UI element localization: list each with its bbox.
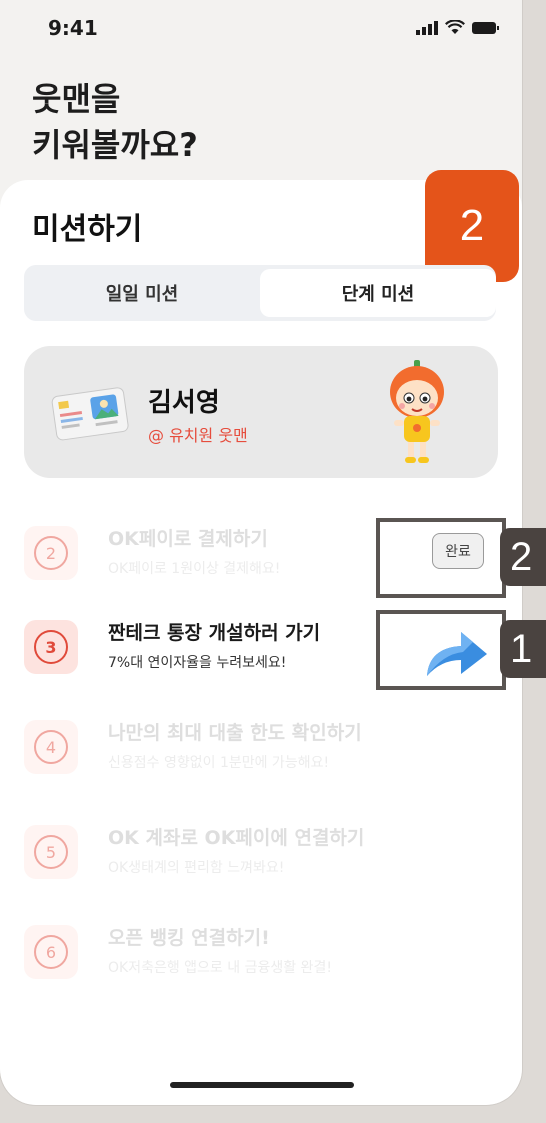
wifi-icon: [445, 20, 465, 34]
mission-tabs: 일일 미션 단계 미션: [24, 265, 496, 321]
annotation-tag-done: 2: [500, 528, 546, 586]
mission-title: OK 계좌로 OK페이에 연결하기: [108, 827, 365, 849]
annotation-tag-go: 1: [500, 620, 546, 678]
sheet-title: 미션하기: [32, 212, 143, 247]
annotation-box-done: [376, 518, 506, 598]
mission-step-badge: 6: [24, 925, 78, 979]
mission-subtitle: OK페이로 1원이상 결제해요!: [108, 561, 281, 577]
mission-step-badge: 2: [24, 526, 78, 580]
page-headline: 웃맨을 키워볼까요?: [32, 80, 198, 164]
mission-item-4[interactable]: 4 나만의 최대 대출 한도 확인하기 신용점수 영향없이 1분만에 가능해요!: [24, 710, 498, 790]
home-indicator: [170, 1082, 354, 1088]
mission-title: OK페이로 결제하기: [108, 528, 268, 550]
status-icons: [416, 20, 500, 35]
mission-subtitle: 7%대 연이자율을 누려보세요!: [108, 655, 287, 671]
status-time: 9:41: [48, 16, 98, 40]
tab-daily-mission[interactable]: 일일 미션: [24, 265, 260, 321]
mission-subtitle: OK생태계의 편리함 느껴봐요!: [108, 860, 285, 876]
character-avatar: [390, 360, 444, 463]
mission-item-5[interactable]: 5 OK 계좌로 OK페이에 연결하기 OK생태계의 편리함 느껴봐요!: [24, 815, 498, 895]
tab-step-mission[interactable]: 단계 미션: [260, 269, 496, 317]
id-card-icon: [51, 387, 129, 441]
mission-subtitle: OK저축은행 앱으로 내 금융생활 완결!: [108, 960, 332, 976]
go-arrow-icon[interactable]: [425, 628, 491, 678]
mission-title: 오픈 뱅킹 연결하기!: [108, 927, 270, 949]
profile-subtitle: @ 유치원 웃맨: [148, 426, 248, 445]
mission-title: 나만의 최대 대출 한도 확인하기: [108, 722, 362, 744]
profile-card[interactable]: 김서영 @ 유치원 웃맨: [24, 346, 498, 478]
mission-step-badge: 3: [24, 620, 78, 674]
signal-icon: [416, 20, 438, 35]
battery-icon: [472, 21, 499, 34]
profile-name: 김서영: [148, 388, 220, 418]
mission-step-badge: 5: [24, 825, 78, 879]
mission-title: 짠테크 통장 개설하러 가기: [108, 622, 321, 644]
mission-item-6[interactable]: 6 오픈 뱅킹 연결하기! OK저축은행 앱으로 내 금융생활 완결!: [24, 915, 498, 995]
mission-step-badge: 4: [24, 720, 78, 774]
mission-subtitle: 신용점수 영향없이 1분만에 가능해요!: [108, 755, 330, 771]
